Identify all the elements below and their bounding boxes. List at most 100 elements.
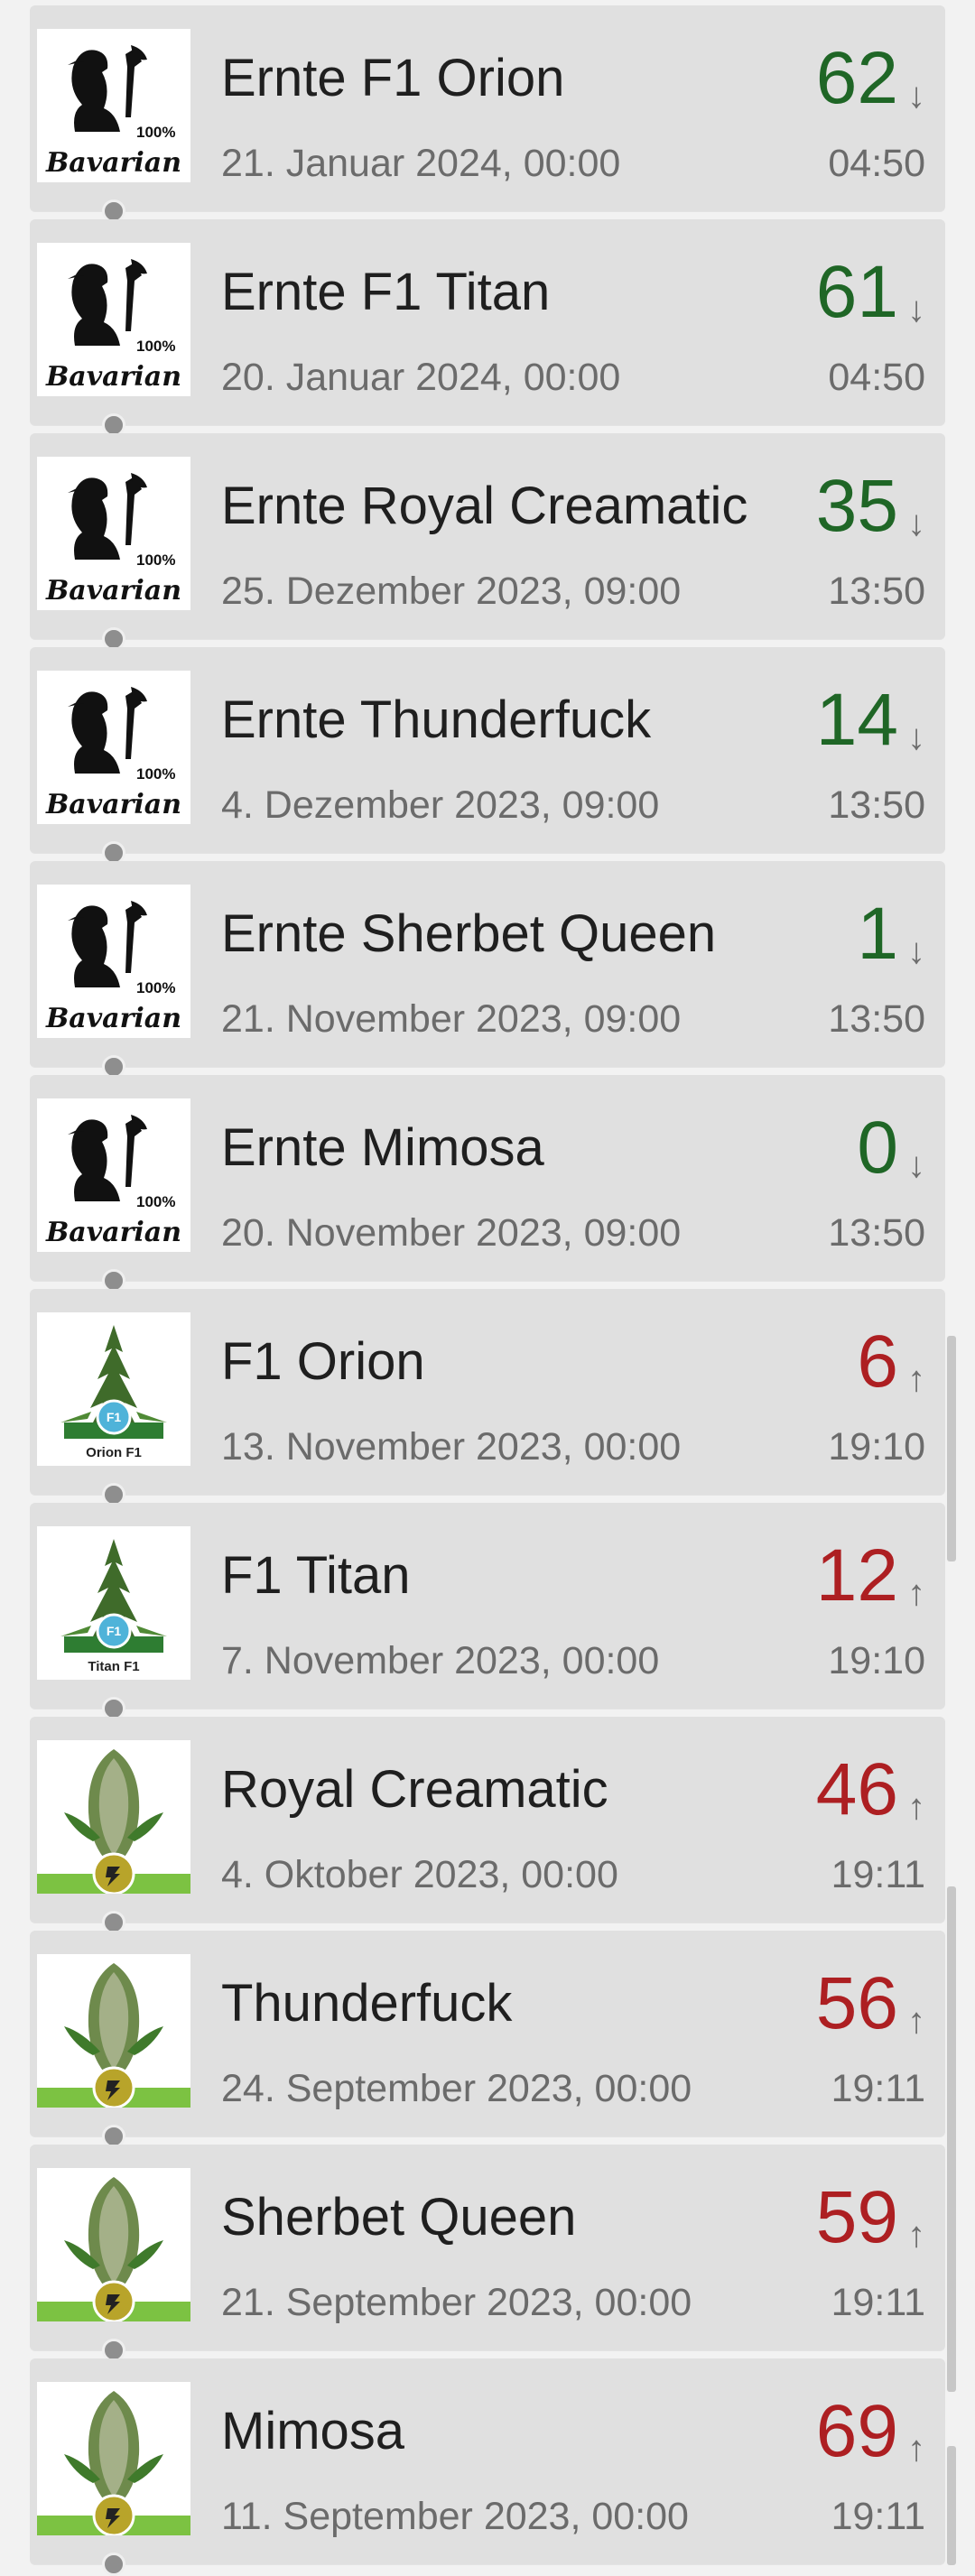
day-count: 61 (815, 251, 898, 333)
entry-title: Royal Creamatic (221, 1760, 608, 1819)
list-item[interactable]: 100% Bavarian Ernte Thunderfuck 4. Dezemb… (30, 647, 945, 865)
entry-title: Ernte F1 Titan (221, 263, 551, 321)
entry-time: 19:11 (831, 2281, 925, 2324)
list-item[interactable]: Sherbet Queen 21. September 2023, 00:00 59… (30, 2145, 945, 2362)
bavarian-logo-icon: 100% Bavarian (37, 885, 190, 1038)
bavarian-logo-icon: 100% Bavarian (37, 671, 190, 824)
scrollbar[interactable] (947, 1336, 956, 2565)
strain-thumbnail: 100% Bavarian (37, 243, 190, 396)
svg-text:100%: 100% (136, 979, 175, 996)
entry-date: 21. November 2023, 09:00 (221, 997, 682, 1041)
arrow-down-icon: ↓ (907, 76, 925, 116)
svg-text:Titan F1: Titan F1 (88, 1659, 139, 1674)
cannabis-plant-icon (37, 2382, 190, 2535)
day-count: 69 (815, 2390, 898, 2472)
day-count: 0 (857, 1107, 898, 1189)
list-item[interactable]: 100% Bavarian Ernte Sherbet Queen 21. Nov… (30, 861, 945, 1079)
strain-thumbnail (37, 2382, 190, 2535)
entry-date: 13. November 2023, 00:00 (221, 1425, 682, 1469)
arrow-down-icon: ↓ (907, 931, 925, 971)
day-count: 46 (815, 1748, 898, 1830)
svg-text:F1: F1 (107, 1410, 122, 1424)
svg-text:Bavarian: Bavarian (45, 575, 181, 607)
arrow-down-icon: ↓ (907, 290, 925, 329)
entry-time: 19:10 (828, 1639, 925, 1682)
arrow-up-icon: ↑ (907, 2429, 925, 2469)
arrow-up-icon: ↑ (907, 1787, 925, 1827)
entry-time: 19:10 (828, 1425, 925, 1469)
entry-time: 04:50 (828, 356, 925, 399)
entry-time: 04:50 (828, 142, 925, 185)
cannabis-plant-icon: F1 Orion F1 (37, 1312, 190, 1466)
strain-thumbnail (37, 2168, 190, 2321)
svg-text:Bavarian: Bavarian (45, 1217, 181, 1248)
svg-text:100%: 100% (136, 551, 175, 569)
entry-date: 21. Januar 2024, 00:00 (221, 142, 621, 185)
entry-date: 24. September 2023, 00:00 (221, 2067, 692, 2110)
day-count: 1 (857, 893, 898, 975)
cannabis-plant-icon (37, 1954, 190, 2108)
entry-title: Ernte Royal Creamatic (221, 477, 748, 535)
strain-thumbnail (37, 1954, 190, 2108)
cannabis-plant-icon: F1 Titan F1 (37, 1526, 190, 1680)
day-count: 35 (815, 465, 898, 547)
arrow-down-icon: ↓ (907, 718, 925, 757)
entry-date: 21. September 2023, 00:00 (221, 2281, 692, 2324)
svg-text:100%: 100% (136, 124, 175, 141)
entry-time: 13:50 (828, 997, 925, 1041)
entry-title: Thunderfuck (221, 1974, 513, 2033)
svg-text:Bavarian: Bavarian (45, 361, 181, 393)
entry-time: 13:50 (828, 783, 925, 827)
arrow-down-icon: ↓ (907, 504, 925, 543)
entry-date: 11. September 2023, 00:00 (221, 2495, 689, 2538)
day-count: 62 (815, 37, 898, 119)
entry-date: 20. Januar 2024, 00:00 (221, 356, 621, 399)
strain-thumbnail: 100% Bavarian (37, 29, 190, 182)
bavarian-logo-icon: 100% Bavarian (37, 243, 190, 396)
svg-text:Bavarian: Bavarian (45, 789, 181, 820)
svg-text:100%: 100% (136, 765, 175, 783)
entry-time: 19:11 (831, 1853, 925, 1896)
entry-title: Ernte F1 Orion (221, 49, 565, 107)
day-count: 12 (815, 1534, 898, 1617)
day-count: 14 (815, 679, 898, 761)
strain-thumbnail: F1 Titan F1 (37, 1526, 190, 1680)
list-item[interactable]: Thunderfuck 24. September 2023, 00:00 56 ↑ 1… (30, 1931, 945, 2148)
entry-title: Ernte Mimosa (221, 1118, 544, 1177)
strain-thumbnail: 100% Bavarian (37, 671, 190, 824)
strain-thumbnail: 100% Bavarian (37, 885, 190, 1038)
list-item[interactable]: Royal Creamatic 4. Oktober 2023, 00:00 46 ↑… (30, 1717, 945, 1934)
arrow-up-icon: ↑ (907, 1573, 925, 1613)
cannabis-plant-icon (37, 1740, 190, 1894)
list-item[interactable]: 100% Bavarian Ernte F1 Orion 21. Januar 2… (30, 5, 945, 223)
bavarian-logo-icon: 100% Bavarian (37, 457, 190, 610)
entry-date: 4. Oktober 2023, 00:00 (221, 1853, 618, 1896)
strain-thumbnail (37, 1740, 190, 1894)
cannabis-plant-icon (37, 2168, 190, 2321)
arrow-up-icon: ↑ (907, 2215, 925, 2255)
entry-title: Ernte Sherbet Queen (221, 904, 717, 963)
list-item[interactable]: 100% Bavarian Ernte F1 Titan 20. Januar 2… (30, 219, 945, 437)
bavarian-logo-icon: 100% Bavarian (37, 1098, 190, 1252)
entry-date: 7. November 2023, 00:00 (221, 1639, 660, 1682)
svg-text:Orion F1: Orion F1 (86, 1445, 142, 1460)
list-item[interactable]: 100% Bavarian Ernte Royal Creamatic 25. D… (30, 433, 945, 651)
svg-text:Bavarian: Bavarian (45, 147, 181, 179)
entry-title: F1 Titan (221, 1546, 411, 1605)
list-item[interactable]: 100% Bavarian Ernte Mimosa 20. November 2… (30, 1075, 945, 1293)
strain-thumbnail: 100% Bavarian (37, 1098, 190, 1252)
list-item[interactable]: F1 Orion F1 F1 Orion 13. November 2023, 0… (30, 1289, 945, 1506)
list-item[interactable]: F1 Titan F1 F1 Titan 7. November 2023, 00… (30, 1503, 945, 1720)
arrow-up-icon: ↑ (907, 1359, 925, 1399)
day-count: 6 (857, 1320, 898, 1403)
entry-title: Sherbet Queen (221, 2188, 577, 2247)
list-item[interactable]: Mimosa 11. September 2023, 00:00 69 ↑ 19:11 (30, 2358, 945, 2576)
svg-text:100%: 100% (136, 338, 175, 355)
bavarian-logo-icon: 100% Bavarian (37, 29, 190, 182)
entry-date: 4. Dezember 2023, 09:00 (221, 783, 660, 827)
entry-title: Ernte Thunderfuck (221, 690, 652, 749)
strain-thumbnail: F1 Orion F1 (37, 1312, 190, 1466)
entry-date: 25. Dezember 2023, 09:00 (221, 570, 682, 613)
arrow-down-icon: ↓ (907, 1145, 925, 1185)
entry-title: Mimosa (221, 2402, 405, 2460)
